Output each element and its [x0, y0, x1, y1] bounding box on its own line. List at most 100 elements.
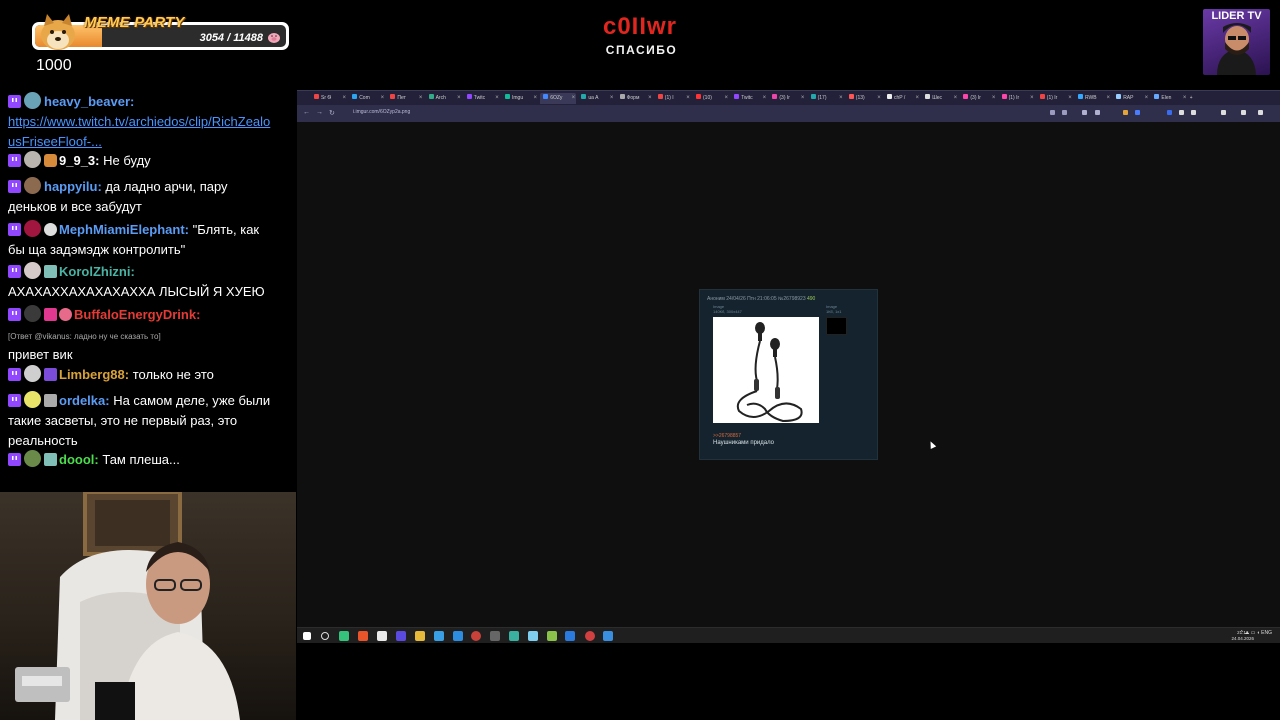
chat-username[interactable]: happyilu:: [44, 179, 102, 194]
browser-tab[interactable]: Шес ×: [922, 93, 958, 104]
profile-icon[interactable]: [1241, 110, 1246, 115]
browser-tab[interactable]: Arch ×: [426, 93, 462, 104]
browser-tab[interactable]: (13) ×: [846, 93, 882, 104]
app-icon[interactable]: [396, 631, 406, 641]
close-tab-icon[interactable]: ×: [877, 93, 881, 104]
chat-username[interactable]: ordelka:: [59, 393, 110, 408]
close-tab-icon[interactable]: ×: [724, 93, 728, 104]
extension-icon[interactable]: [1167, 110, 1172, 115]
extension-icon[interactable]: [1221, 110, 1226, 115]
browser-tab[interactable]: (3) Ir ×: [960, 93, 996, 104]
browser-tab[interactable]: (17) ×: [808, 93, 844, 104]
close-tab-icon[interactable]: ×: [1030, 93, 1034, 104]
browser-tab[interactable]: (1) Ir ×: [1037, 93, 1073, 104]
chat-username[interactable]: KorolZhizni:: [59, 264, 135, 279]
tab-label: Sr Ѳ: [321, 95, 332, 101]
extension-icon[interactable]: [1123, 110, 1128, 115]
app-icon[interactable]: [509, 631, 519, 641]
app-icon[interactable]: [434, 631, 444, 641]
forward-icon[interactable]: →: [316, 109, 323, 116]
browser-tab[interactable]: chP / ×: [884, 93, 920, 104]
post-image-thumbnail[interactable]: [713, 317, 819, 423]
app-icon[interactable]: [453, 631, 463, 641]
app-icon[interactable]: [490, 631, 500, 641]
browser-tab[interactable]: Форм ×: [617, 93, 653, 104]
reload-icon[interactable]: ↻: [329, 109, 335, 117]
close-tab-icon[interactable]: ×: [495, 93, 499, 104]
chat-username[interactable]: MephMiamiElephant:: [59, 222, 189, 237]
taskbar-clock[interactable]: 21:13 24.04.2026: [1231, 630, 1254, 641]
extension-icon[interactable]: [1135, 110, 1140, 115]
close-tab-icon[interactable]: ×: [686, 93, 690, 104]
close-tab-icon[interactable]: ×: [533, 93, 537, 104]
windows-start-icon[interactable]: [303, 632, 311, 640]
star-icon[interactable]: [1062, 110, 1067, 115]
close-tab-icon[interactable]: ×: [763, 93, 767, 104]
extension-icon[interactable]: [1082, 110, 1087, 115]
chat-link[interactable]: usFriseeFloof-...: [8, 134, 102, 149]
close-tab-icon[interactable]: ×: [610, 93, 614, 104]
close-tab-icon[interactable]: ×: [1106, 93, 1110, 104]
extension-icon[interactable]: [1095, 110, 1100, 115]
browser-tab[interactable]: Elen ×: [1151, 93, 1187, 104]
chat-username[interactable]: Limberg88:: [59, 367, 129, 382]
browser-tab[interactable]: (1) I ×: [655, 93, 691, 104]
chat-username[interactable]: BuffaloEnergyDrink:: [74, 307, 200, 322]
chat-link[interactable]: https://www.twitch.tv/archiedos/clip/Ric…: [8, 114, 270, 129]
app-icon[interactable]: [547, 631, 557, 641]
close-tab-icon[interactable]: ×: [915, 93, 919, 104]
menu-icon[interactable]: [1258, 110, 1263, 115]
close-tab-icon[interactable]: ×: [381, 93, 385, 104]
app-icon[interactable]: [339, 631, 349, 641]
browser-tab[interactable]: Com ×: [349, 93, 385, 104]
chat-username[interactable]: 9_9_3:: [59, 153, 99, 168]
browser-tab[interactable]: ua A ×: [578, 93, 614, 104]
close-tab-icon[interactable]: ×: [457, 93, 461, 104]
search-icon[interactable]: [321, 632, 329, 640]
search-icon[interactable]: [1050, 110, 1055, 115]
browser-tab[interactable]: Twitc ×: [464, 93, 500, 104]
close-tab-icon[interactable]: ×: [801, 93, 805, 104]
back-icon[interactable]: ←: [303, 109, 310, 116]
close-tab-icon[interactable]: ×: [1145, 93, 1149, 104]
close-tab-icon[interactable]: ×: [342, 93, 346, 104]
close-tab-icon[interactable]: ×: [992, 93, 996, 104]
reply-link[interactable]: >>26798857: [713, 433, 741, 439]
browser-tab[interactable]: Imgu ×: [502, 93, 538, 104]
language-indicator[interactable]: ENG: [1261, 630, 1272, 636]
chat-username[interactable]: heavy_beaver:: [44, 94, 134, 109]
app-icon[interactable]: [377, 631, 387, 641]
earphones-image: [736, 322, 803, 423]
close-tab-icon[interactable]: ×: [954, 93, 958, 104]
close-tab-icon[interactable]: ×: [419, 93, 423, 104]
app-icon[interactable]: [358, 631, 368, 641]
browser-tab[interactable]: Sr Ѳ ×: [311, 93, 347, 104]
goal-amount: 1000: [36, 57, 72, 74]
browser-tab[interactable]: RWB ×: [1075, 93, 1111, 104]
post-number[interactable]: 490: [807, 296, 815, 302]
steam-icon[interactable]: [565, 631, 575, 641]
chat-username[interactable]: doool:: [59, 452, 99, 467]
browser-tab[interactable]: (1) Ir ×: [999, 93, 1035, 104]
browser-tab[interactable]: (3) Ir ×: [769, 93, 805, 104]
browser-tab[interactable]: 6OZy ×: [540, 93, 577, 104]
browser-tab[interactable]: Пет ×: [387, 93, 423, 104]
close-tab-icon[interactable]: ×: [1183, 93, 1187, 104]
obs-icon[interactable]: [471, 631, 481, 641]
close-tab-icon[interactable]: ×: [648, 93, 652, 104]
new-tab-button[interactable]: +: [1190, 93, 1200, 104]
folder-icon[interactable]: [415, 631, 425, 641]
extension-icon[interactable]: [1191, 110, 1196, 115]
browser-tab[interactable]: Twitc ×: [731, 93, 767, 104]
browser-tab[interactable]: (10) ×: [693, 93, 729, 104]
app-icon[interactable]: [603, 631, 613, 641]
url-field[interactable]: i.imgur.com/6OZyp2a.png: [353, 109, 410, 115]
close-tab-icon[interactable]: ×: [1068, 93, 1072, 104]
close-tab-icon[interactable]: ×: [572, 93, 576, 104]
post-image-thumbnail[interactable]: [826, 317, 847, 335]
browser-tab[interactable]: RAP ×: [1113, 93, 1149, 104]
app-icon[interactable]: [528, 631, 538, 641]
close-tab-icon[interactable]: ×: [839, 93, 843, 104]
extension-icon[interactable]: [1179, 110, 1184, 115]
chrome-icon[interactable]: [585, 631, 595, 641]
